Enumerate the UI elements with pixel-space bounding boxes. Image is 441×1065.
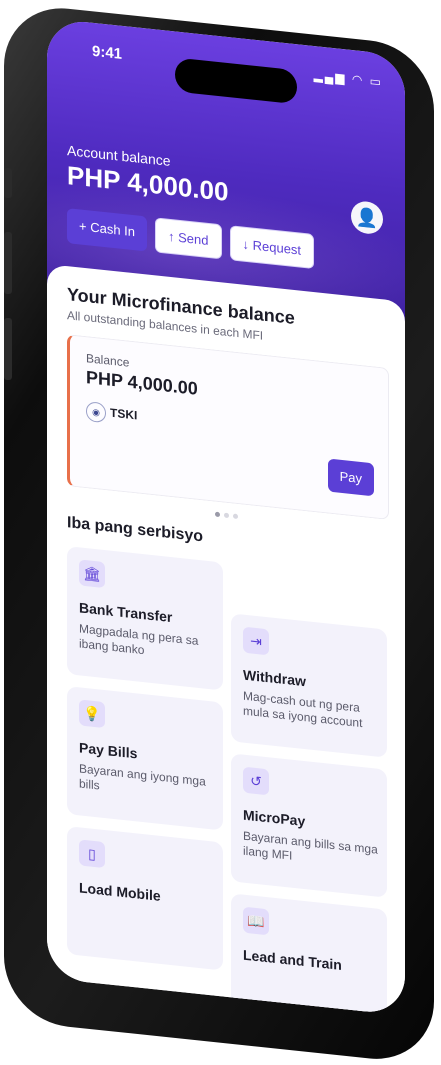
service-pay-bills[interactable]: 💡 Pay Bills Bayaran ang iyong mga bills bbox=[67, 686, 223, 831]
carousel-dots[interactable] bbox=[215, 511, 238, 520]
carousel-dot[interactable] bbox=[233, 513, 238, 520]
book-icon: 📖 bbox=[243, 906, 269, 936]
service-description bbox=[243, 969, 379, 983]
service-description: Mag-cash out ng pera mula sa iyong accou… bbox=[243, 688, 363, 731]
service-title: Bank Transfer bbox=[79, 599, 173, 626]
lightbulb-icon: 💡 bbox=[79, 699, 105, 729]
service-description: Bayaran ang iyong mga bills bbox=[79, 761, 206, 793]
status-time: 9:41 bbox=[92, 42, 123, 63]
mfi-balance-value: PHP 4,000.00 bbox=[86, 367, 198, 399]
mfi-balance-card[interactable]: Balance PHP 4,000.00 ◉ TSKI Pay bbox=[67, 334, 389, 520]
withdraw-icon: ⇥ bbox=[243, 626, 269, 656]
volume-down-button[interactable] bbox=[4, 318, 12, 380]
volume-up-button[interactable] bbox=[4, 232, 12, 294]
service-micropay[interactable]: ↺ MicroPay Bayaran ang bills sa mga ilan… bbox=[231, 753, 387, 898]
services-title: Iba pang serbisyo bbox=[67, 514, 204, 546]
service-title: Pay Bills bbox=[79, 739, 138, 762]
carousel-dot[interactable] bbox=[224, 512, 229, 519]
service-title: Load Mobile bbox=[79, 879, 161, 904]
app-screen: 9:41 ▂▄▆ ◠ ▭ Account balance PHP 4,000.0… bbox=[47, 18, 405, 1016]
tski-logo-icon: ◉ bbox=[86, 401, 106, 424]
mfi-institution-name: TSKI bbox=[110, 405, 138, 423]
service-title: Withdraw bbox=[243, 666, 306, 690]
user-icon: 👤 bbox=[355, 205, 379, 229]
bank-icon: 🏛 bbox=[79, 559, 105, 589]
pay-button[interactable]: Pay bbox=[327, 458, 374, 497]
service-title: MicroPay bbox=[243, 806, 306, 830]
service-withdraw[interactable]: ⇥ Withdraw Mag-cash out ng pera mula sa … bbox=[231, 613, 387, 758]
micropay-icon: ↺ bbox=[243, 766, 269, 796]
service-description: Bayaran ang bills sa mga ilang MFI bbox=[243, 828, 378, 863]
service-load-mobile[interactable]: ▯ Load Mobile bbox=[67, 826, 223, 971]
silent-switch bbox=[4, 168, 12, 198]
content-sheet: Your Microfinance balance All outstandin… bbox=[47, 264, 405, 1016]
service-description bbox=[79, 901, 215, 915]
send-button[interactable]: ↑ Send bbox=[155, 217, 222, 260]
service-description: Magpadala ng pera sa ibang banko bbox=[79, 621, 199, 658]
service-bank-transfer[interactable]: 🏛 Bank Transfer Magpadala ng pera sa iba… bbox=[67, 546, 223, 691]
service-lead-and-train[interactable]: 📖 Lead and Train bbox=[231, 893, 387, 1016]
carousel-dot[interactable] bbox=[215, 511, 220, 518]
mobile-phone-icon: ▯ bbox=[79, 839, 105, 869]
service-title: Lead and Train bbox=[243, 946, 342, 973]
